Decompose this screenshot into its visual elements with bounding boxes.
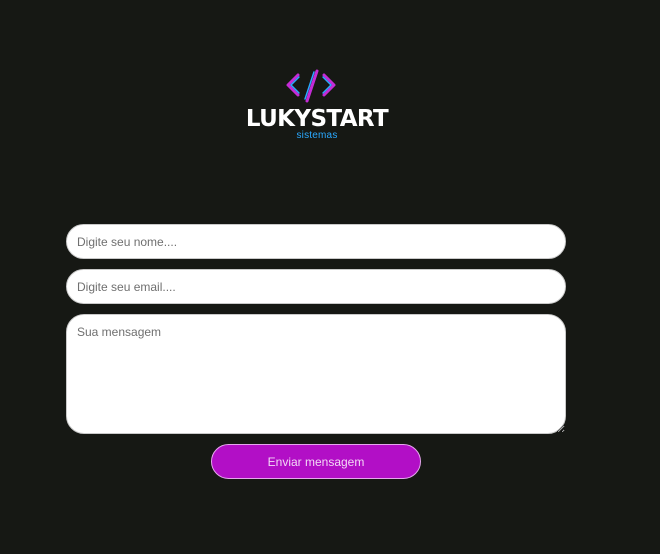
brand-subtitle: sistemas [296,130,338,141]
brand-logo: LUKYSTART sistemas [244,68,390,144]
message-textarea[interactable] [66,314,566,434]
name-input[interactable] [66,224,566,259]
send-message-button[interactable]: Enviar mensagem [211,444,421,479]
email-input[interactable] [66,269,566,304]
code-brackets-icon [286,69,336,103]
brand-name: LUKYSTART [245,106,389,132]
